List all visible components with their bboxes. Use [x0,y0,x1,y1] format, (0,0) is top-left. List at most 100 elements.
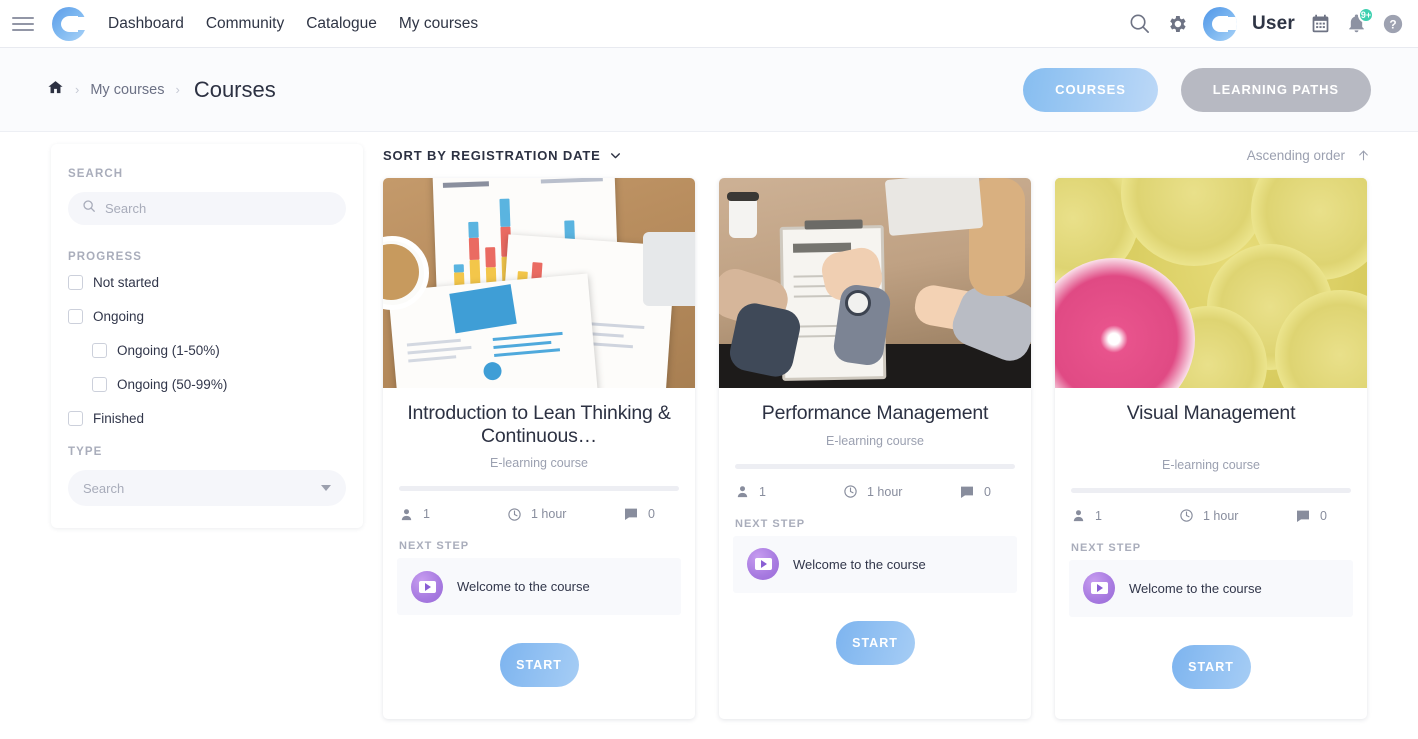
breadcrumb-separator: › [75,82,80,97]
course-card[interactable]: Performance Management E-learning course… [719,178,1031,719]
notifications-button[interactable]: 9+ [1346,7,1374,34]
start-button[interactable]: START [499,643,579,688]
filters-sidebar: SEARCH PROGRESS Not started Ongoing [0,132,363,739]
home-icon[interactable] [47,79,64,101]
gear-icon[interactable] [1166,13,1188,35]
stat-duration: 1 hour [1179,508,1295,523]
breadcrumb-separator: › [175,82,180,97]
breadcrumb-item-my-courses[interactable]: My courses [90,82,164,98]
checkbox-ongoing-1-50[interactable] [92,343,107,358]
stat-value: 0 [648,507,655,522]
course-thumbnail [383,178,695,388]
checkbox-label: Finished [93,411,145,426]
course-thumbnail [719,178,1031,388]
clock-icon [1180,509,1193,522]
nav-link-my-courses[interactable]: My courses [399,15,478,33]
nav-link-catalogue[interactable]: Catalogue [306,15,377,33]
checkbox-row-finished[interactable]: Finished [68,411,346,426]
next-step-label: NEXT STEP [399,540,470,553]
course-card-body: Visual Management E-learning course 1 1 … [1055,388,1367,617]
course-card-body: Introduction to Lean Thinking & Continuo… [383,388,695,616]
course-stats: 1 1 hour 0 [1071,508,1351,524]
next-step-item[interactable]: Welcome to the course [733,535,1017,593]
checkbox-label: Ongoing [93,309,145,324]
course-card-list: Introduction to Lean Thinking & Continuo… [363,178,1394,719]
stat-duration: 1 hour [843,484,959,499]
course-card[interactable]: Introduction to Lean Thinking & Continuo… [383,178,695,719]
stat-comments: 0 [959,484,991,500]
course-progress-bar [399,486,679,492]
sort-by-button[interactable]: SORT BY REGISTRATION DATE [383,148,622,163]
next-step-title: Welcome to the course [1129,580,1262,596]
chevron-down-icon [610,152,620,158]
search-input-wrapper[interactable] [68,192,346,225]
course-title[interactable]: Introduction to Lean Thinking & Continuo… [397,402,681,447]
checkbox-row-ongoing-50-99[interactable]: Ongoing (50-99%) [68,377,346,392]
clock-icon [844,485,857,498]
stat-value: 1 [759,484,766,499]
next-step-item[interactable]: Welcome to the course [397,558,681,616]
help-icon[interactable]: ? [1382,13,1404,35]
next-step-item[interactable]: Welcome to the course [1069,559,1353,617]
course-subtitle: E-learning course [826,433,924,448]
start-button[interactable]: START [835,620,915,665]
course-card[interactable]: Visual Management E-learning course 1 1 … [1055,178,1367,719]
nav-link-dashboard[interactable]: Dashboard [108,15,184,33]
checkbox-ongoing-50-99[interactable] [92,377,107,392]
arrow-up-icon [1359,150,1368,160]
type-select[interactable]: Search [68,470,346,506]
page-body: SEARCH PROGRESS Not started Ongoing [0,132,1418,739]
main-nav-links: Dashboard Community Catalogue My courses [108,15,478,33]
learning-paths-tab-button[interactable]: LEARNING PATHS [1180,67,1371,112]
sort-order-toggle[interactable]: Ascending order [1247,148,1370,163]
brand-logo-icon[interactable] [52,6,88,41]
stat-value: 1 hour [531,507,567,522]
search-icon [82,199,96,218]
course-title[interactable]: Performance Management [733,402,1017,425]
stat-value: 0 [984,484,991,499]
hamburger-icon[interactable] [12,16,34,31]
course-card-footer: START [719,593,1031,695]
checkbox-row-ongoing-1-50[interactable]: Ongoing (1-50%) [68,343,346,358]
video-play-icon [1083,572,1115,605]
filter-panel: SEARCH PROGRESS Not started Ongoing [51,144,363,528]
checkbox-ongoing[interactable] [68,309,83,324]
top-navigation-bar: Dashboard Community Catalogue My courses… [0,0,1418,48]
stat-value: 1 hour [867,484,903,499]
stat-comments: 0 [1295,508,1327,524]
video-play-icon [747,548,779,581]
course-progress-bar [735,463,1015,469]
checkbox-row-not-started[interactable]: Not started [68,275,346,290]
next-step-title: Welcome to the course [457,579,590,595]
checkbox-not-started[interactable] [68,275,83,290]
checkbox-finished[interactable] [68,411,83,426]
courses-tab-button[interactable]: COURSES [1023,67,1158,112]
course-progress-bar [1071,487,1351,493]
breadcrumb-bar: › My courses › Courses COURSES LEARNING … [0,48,1418,132]
breadcrumb: › My courses › Courses [47,77,276,103]
start-button[interactable]: START [1171,644,1251,689]
comment-icon [961,486,973,498]
nav-link-community[interactable]: Community [206,15,284,33]
type-select-value: Search [83,480,125,496]
course-thumbnail [1055,178,1367,388]
checkbox-row-ongoing[interactable]: Ongoing [68,309,346,324]
next-step-label: NEXT STEP [1071,541,1142,554]
user-avatar-icon[interactable] [1202,6,1237,41]
course-subtitle: E-learning course [1162,457,1260,472]
type-section-label: TYPE [68,446,103,458]
progress-section-label: PROGRESS [68,251,142,263]
username-label[interactable]: User [1252,13,1295,35]
svg-text:?: ? [1389,17,1396,31]
search-section-label: SEARCH [68,168,124,180]
checkbox-label: Ongoing (1-50%) [117,343,220,358]
sort-by-label: SORT BY REGISTRATION DATE [383,147,601,163]
calendar-icon[interactable] [1310,13,1331,34]
sort-bar: SORT BY REGISTRATION DATE Ascending orde… [363,132,1394,178]
course-title[interactable]: Visual Management [1069,402,1353,425]
clock-icon [508,508,521,521]
search-input[interactable] [105,201,332,216]
person-icon [401,508,412,520]
chevron-down-icon [321,485,331,491]
search-icon[interactable] [1128,12,1151,35]
